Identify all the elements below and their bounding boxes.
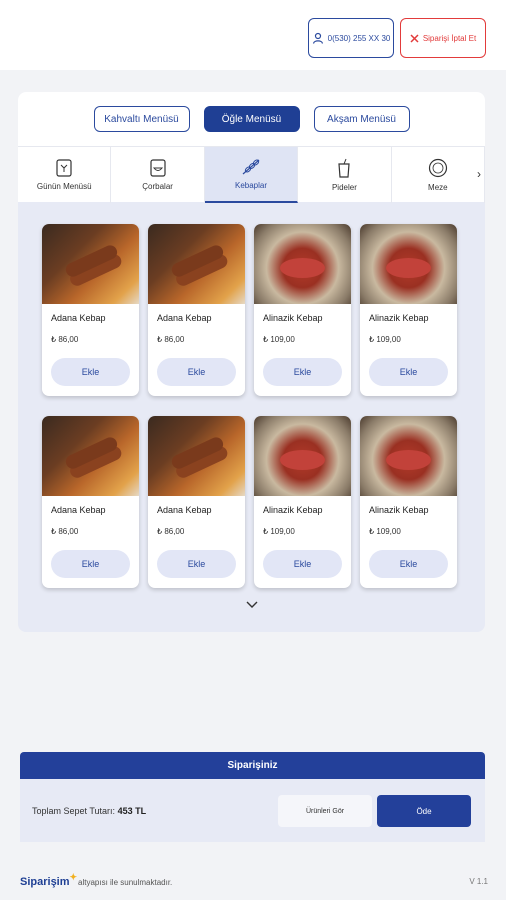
cancel-order-label: Siparişi İptal Et <box>422 33 477 43</box>
product-card: Adana Kebap ₺ 86,00 Ekle <box>148 224 245 396</box>
product-card: Alinazik Kebap ₺ 109,00 Ekle <box>254 416 351 588</box>
product-image <box>254 224 351 304</box>
close-icon <box>410 33 419 43</box>
product-price: ₺ 86,00 <box>51 527 79 536</box>
footer: Siparişim✦ altyapısı ile sunulmaktadır. … <box>0 862 506 900</box>
phone-button[interactable]: 0(530) 255 XX 30 <box>308 18 394 58</box>
spark-icon: ✦ <box>69 872 78 882</box>
version-label: V 1.1 <box>469 877 488 886</box>
product-card: Adana Kebap ₺ 86,00 Ekle <box>42 224 139 396</box>
plate-icon <box>428 158 447 178</box>
product-image <box>148 416 245 496</box>
product-image <box>42 416 139 496</box>
product-price: ₺ 86,00 <box>157 527 185 536</box>
view-products-button[interactable]: Ürünleri Gör <box>278 795 372 827</box>
add-button[interactable]: Ekle <box>263 550 342 578</box>
menu-panel: Kahvaltı Menüsü Öğle Menüsü Akşam Menüsü… <box>18 92 485 632</box>
category-daily-menu[interactable]: Günün Menüsü <box>18 147 112 203</box>
meal-tabs: Kahvaltı Menüsü Öğle Menüsü Akşam Menüsü <box>18 92 485 146</box>
pay-button[interactable]: Öde <box>377 795 471 827</box>
product-name: Adana Kebap <box>157 505 212 515</box>
category-tabs: Günün Menüsü Çorbalar Kebaplar Pideler M… <box>18 146 485 203</box>
product-card: Alinazik Kebap ₺ 109,00 Ekle <box>360 416 457 588</box>
product-name: Adana Kebap <box>51 313 106 323</box>
brand-logo: Siparişim✦ <box>20 872 77 888</box>
tab-lunch[interactable]: Öğle Menüsü <box>203 106 300 132</box>
product-price: ₺ 109,00 <box>263 527 295 536</box>
add-button[interactable]: Ekle <box>51 550 130 578</box>
skewer-icon <box>242 159 260 175</box>
category-kebabs[interactable]: Kebaplar <box>204 147 299 203</box>
total-amount: Toplam Sepet Tutarı: 453 TL <box>32 806 146 816</box>
product-name: Adana Kebap <box>157 313 212 323</box>
menu-card-icon <box>56 159 72 177</box>
category-soups[interactable]: Çorbalar <box>111 147 205 203</box>
product-price: ₺ 109,00 <box>369 335 401 344</box>
order-summary: Toplam Sepet Tutarı: 453 TL Ürünleri Gör… <box>20 779 485 842</box>
total-value: 453 TL <box>117 806 147 816</box>
product-card: Alinazik Kebap ₺ 109,00 Ekle <box>254 224 351 396</box>
product-price: ₺ 109,00 <box>263 335 295 344</box>
order-header: Siparişiniz <box>20 752 485 779</box>
product-image <box>254 416 351 496</box>
category-pides[interactable]: Pideler <box>298 147 392 203</box>
add-button[interactable]: Ekle <box>369 358 448 386</box>
product-price: ₺ 109,00 <box>369 527 401 536</box>
product-image <box>148 224 245 304</box>
category-label: Pideler <box>331 183 357 192</box>
add-button[interactable]: Ekle <box>51 358 130 386</box>
phone-number: 0(530) 255 XX 30 <box>327 33 391 43</box>
chevron-right-icon[interactable]: › <box>477 167 481 181</box>
product-card: Adana Kebap ₺ 86,00 Ekle <box>148 416 245 588</box>
product-price: ₺ 86,00 <box>51 335 79 344</box>
product-name: Alinazik Kebap <box>369 313 429 323</box>
cancel-order-button[interactable]: Siparişi İptal Et <box>400 18 486 58</box>
total-label: Toplam Sepet Tutarı: <box>32 806 116 816</box>
tab-breakfast[interactable]: Kahvaltı Menüsü <box>93 106 190 132</box>
footer-text: altyapısı ile sunulmaktadır. <box>78 878 173 887</box>
brand-name: Siparişim <box>20 876 70 888</box>
add-button[interactable]: Ekle <box>157 550 236 578</box>
product-image <box>360 416 457 496</box>
category-label: Günün Menüsü <box>36 182 92 191</box>
user-icon <box>312 32 323 44</box>
product-card: Alinazik Kebap ₺ 109,00 Ekle <box>360 224 457 396</box>
product-name: Alinazik Kebap <box>263 505 323 515</box>
product-price: ₺ 86,00 <box>157 335 185 344</box>
product-image <box>42 224 139 304</box>
category-label: Kebaplar <box>235 181 268 190</box>
product-name: Alinazik Kebap <box>263 313 323 323</box>
product-image <box>360 224 457 304</box>
product-name: Adana Kebap <box>51 505 106 515</box>
product-card: Adana Kebap ₺ 86,00 Ekle <box>42 416 139 588</box>
add-button[interactable]: Ekle <box>157 358 236 386</box>
category-meze[interactable]: Meze <box>392 147 485 203</box>
add-button[interactable]: Ekle <box>263 358 342 386</box>
soup-icon <box>150 159 166 177</box>
top-bar: 0(530) 255 XX 30 Siparişi İptal Et <box>0 0 506 70</box>
add-button[interactable]: Ekle <box>369 550 448 578</box>
tab-dinner[interactable]: Akşam Menüsü <box>313 106 410 132</box>
drink-icon <box>338 158 351 178</box>
chevron-down-icon[interactable] <box>245 600 259 610</box>
category-label: Meze <box>428 183 448 192</box>
product-name: Alinazik Kebap <box>369 505 429 515</box>
category-label: Çorbalar <box>142 182 173 191</box>
